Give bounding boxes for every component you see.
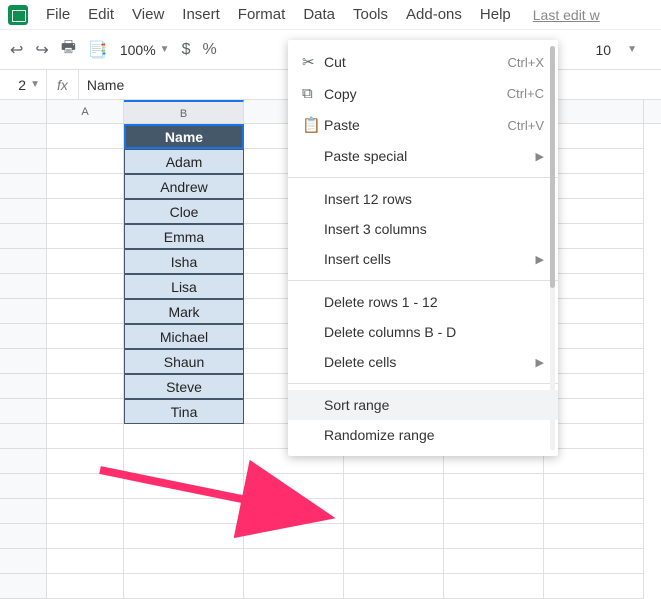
menu-insert[interactable]: Insert [174, 2, 228, 27]
table-row[interactable]: Andrew [124, 174, 244, 199]
fx-label: fx [47, 77, 78, 93]
ctx-copy[interactable]: ⧉ Copy Ctrl+C [288, 78, 558, 109]
ctx-paste-special[interactable]: Paste special ▶ [288, 141, 558, 171]
menu-bar: File Edit View Insert Format Data Tools … [0, 0, 661, 30]
menu-file[interactable]: File [38, 2, 78, 27]
ctx-paste[interactable]: 📋 Paste Ctrl+V [288, 109, 558, 141]
menu-tools[interactable]: Tools [345, 2, 396, 27]
last-edit-link[interactable]: Last edit w [533, 7, 600, 23]
ctx-sort-range[interactable]: Sort range [288, 390, 558, 420]
context-menu: ✂ Cut Ctrl+X ⧉ Copy Ctrl+C 📋 Paste Ctrl+… [288, 40, 558, 456]
ctx-insert-cells[interactable]: Insert cells ▶ [288, 244, 558, 274]
ctx-randomize[interactable]: Randomize range [288, 420, 558, 450]
font-size-dropdown[interactable]: 10 ▼ [596, 42, 637, 58]
table-row[interactable]: Michael [124, 324, 244, 349]
sheets-logo-icon [8, 5, 28, 25]
percent-button[interactable]: % [202, 41, 216, 59]
table-row[interactable]: Mark [124, 299, 244, 324]
name-box[interactable]: 2▼ [0, 70, 47, 99]
col-header[interactable] [544, 100, 644, 123]
menu-format[interactable]: Format [230, 2, 294, 27]
table-row[interactable]: Steve [124, 374, 244, 399]
copy-icon: ⧉ [302, 85, 324, 102]
table-row[interactable]: Tina [124, 399, 244, 424]
table-row[interactable]: Adam [124, 149, 244, 174]
ctx-insert-rows[interactable]: Insert 12 rows [288, 184, 558, 214]
ctx-delete-rows[interactable]: Delete rows 1 - 12 [288, 287, 558, 317]
print-icon[interactable]: 🖶 [61, 36, 76, 63]
chevron-right-icon: ▶ [536, 150, 544, 163]
chevron-right-icon: ▶ [536, 253, 544, 266]
ctx-delete-cells[interactable]: Delete cells ▶ [288, 347, 558, 377]
col-header-B[interactable]: B [124, 100, 244, 123]
table-row[interactable]: Shaun [124, 349, 244, 374]
table-row[interactable]: Cloe [124, 199, 244, 224]
menu-help[interactable]: Help [472, 2, 519, 27]
table-row[interactable]: Lisa [124, 274, 244, 299]
menu-addons[interactable]: Add-ons [398, 2, 470, 27]
table-row[interactable]: Emma [124, 224, 244, 249]
zoom-dropdown[interactable]: 100% ▼ [120, 42, 170, 58]
cut-icon: ✂ [302, 53, 324, 71]
table-row[interactable]: Isha [124, 249, 244, 274]
table-header-name[interactable]: Name [124, 124, 244, 149]
currency-button[interactable]: $ [182, 41, 191, 59]
ctx-delete-cols[interactable]: Delete columns B - D [288, 317, 558, 347]
ctx-insert-cols[interactable]: Insert 3 columns [288, 214, 558, 244]
paint-format-icon[interactable]: 📑 [88, 40, 108, 60]
menu-view[interactable]: View [124, 2, 172, 27]
ctx-cut[interactable]: ✂ Cut Ctrl+X [288, 46, 558, 78]
redo-icon[interactable]: ↪ [35, 40, 48, 60]
menu-edit[interactable]: Edit [80, 2, 122, 27]
col-header-A[interactable]: A [47, 100, 124, 123]
undo-icon[interactable]: ↩ [10, 40, 23, 60]
menu-data[interactable]: Data [295, 2, 343, 27]
chevron-right-icon: ▶ [536, 356, 544, 369]
paste-icon: 📋 [302, 116, 324, 134]
